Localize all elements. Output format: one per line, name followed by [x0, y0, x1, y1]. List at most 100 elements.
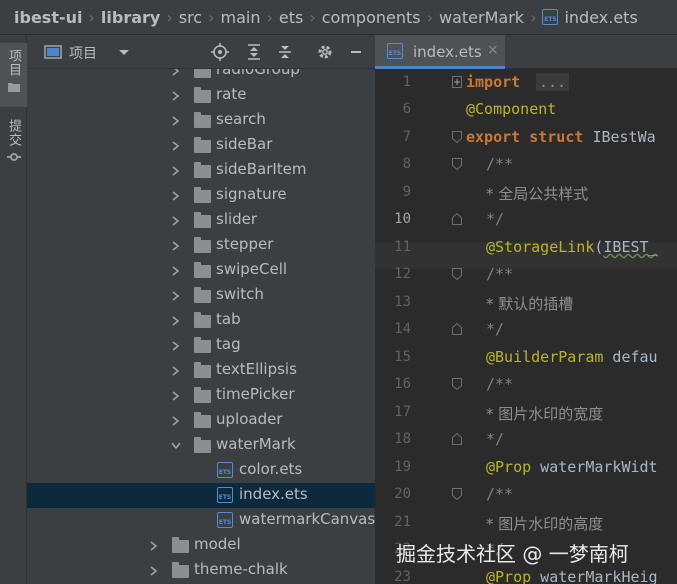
- fold-open-icon[interactable]: [452, 131, 462, 143]
- fold-open-icon[interactable]: [452, 268, 462, 280]
- tree-item-file-selected[interactable]: ETS index.ets: [27, 483, 375, 508]
- breadcrumb-item[interactable]: ibest-ui: [14, 8, 82, 27]
- tree-item-folder[interactable]: swipeCell: [27, 258, 375, 283]
- fold-plus-icon[interactable]: [452, 76, 462, 88]
- tree-item-file[interactable]: ETS watermarkCanvas.e: [27, 508, 375, 533]
- chevron-right-icon[interactable]: [169, 214, 183, 228]
- editor-tab[interactable]: ETS index.ets ×: [375, 35, 505, 69]
- breadcrumb-item[interactable]: main: [221, 8, 261, 27]
- chevron-right-icon[interactable]: [169, 414, 183, 428]
- tree-item-folder[interactable]: switch: [27, 283, 375, 308]
- tree-item-folder[interactable]: signature: [27, 183, 375, 208]
- chevron-right-icon[interactable]: [169, 289, 183, 303]
- code-text: * 图片水印的宽度: [486, 405, 604, 423]
- tree-item-folder[interactable]: tag: [27, 333, 375, 358]
- fold-open-icon[interactable]: [452, 158, 462, 170]
- code-text: @Prop waterMarkHeig: [486, 568, 658, 584]
- chevron-down-icon[interactable]: [169, 439, 183, 453]
- tree-item-folder[interactable]: radioGroup: [27, 69, 375, 83]
- commit-tool-button[interactable]: 提交: [0, 113, 27, 177]
- code-text: */: [486, 430, 505, 448]
- tree-item-folder[interactable]: sideBarItem: [27, 158, 375, 183]
- project-panel-header: 项目: [27, 35, 375, 69]
- code-line: 19 @Prop waterMarkWidt: [375, 454, 677, 481]
- tree-item-label: radioGroup: [216, 69, 300, 78]
- code-line: 17 * 图片水印的宽度: [375, 399, 677, 426]
- code-line: 1 import ...: [375, 69, 677, 96]
- breadcrumb-item[interactable]: components: [322, 8, 421, 27]
- project-tree: radioGroup rate search sideBar sideBarIt…: [27, 69, 375, 584]
- code-text: /**: [486, 155, 514, 173]
- chevron-down-icon[interactable]: [115, 43, 133, 61]
- folder-icon: [194, 312, 211, 328]
- tree-item-folder[interactable]: model: [27, 533, 375, 558]
- tree-item-folder[interactable]: textEllipsis: [27, 358, 375, 383]
- tree-item-label: theme-chalk: [194, 560, 288, 578]
- tree-item-label: stepper: [216, 235, 274, 253]
- chevron-right-icon[interactable]: [169, 189, 183, 203]
- close-icon[interactable]: ×: [487, 42, 499, 58]
- editor-tab-label: index.ets: [413, 43, 482, 61]
- folder-icon: [194, 187, 211, 203]
- project-panel-title[interactable]: 项目: [69, 43, 97, 63]
- expand-all-icon[interactable]: [245, 43, 263, 61]
- tree-item-folder[interactable]: theme-chalk: [27, 558, 375, 583]
- tree-item-label: index.ets: [239, 485, 308, 503]
- code-text: @Prop waterMarkWidt: [486, 458, 658, 476]
- tree-item-folder[interactable]: tab: [27, 308, 375, 333]
- tree-item-folder[interactable]: rate: [27, 83, 375, 108]
- chevron-right-icon[interactable]: [169, 164, 183, 178]
- code-text: @Component: [466, 100, 557, 118]
- breadcrumb-item[interactable]: waterMark: [439, 8, 524, 27]
- fold-close-icon[interactable]: [452, 433, 462, 445]
- breadcrumb-item[interactable]: index.ets: [564, 8, 637, 27]
- chevron-right-icon[interactable]: [169, 364, 183, 378]
- folder-icon: [194, 437, 211, 453]
- code-line: 7 export struct IBestWa: [375, 124, 677, 151]
- chevron-right-icon[interactable]: [169, 239, 183, 253]
- code-text: export struct IBestWa: [466, 128, 656, 146]
- chevron-right-icon[interactable]: [169, 339, 183, 353]
- tree-item-file[interactable]: ETS color.ets: [27, 458, 375, 483]
- tree-item-folder[interactable]: search: [27, 108, 375, 133]
- chevron-right-icon[interactable]: [169, 114, 183, 128]
- chevron-right-icon[interactable]: [169, 69, 183, 78]
- fold-close-icon[interactable]: [452, 323, 462, 335]
- fold-placeholder[interactable]: ...: [536, 73, 570, 91]
- code-line: 23 @Prop waterMarkHeig: [375, 564, 677, 584]
- tree-item-folder[interactable]: sideBar: [27, 133, 375, 158]
- chevron-right-icon[interactable]: [169, 389, 183, 403]
- code-area[interactable]: 1 import ... 6 @Component 7 export struc…: [375, 69, 677, 584]
- tree-item-folder[interactable]: slider: [27, 208, 375, 233]
- tree-item-folder[interactable]: uploader: [27, 408, 375, 433]
- minimize-icon[interactable]: [347, 43, 365, 61]
- chevron-right-icon[interactable]: [169, 89, 183, 103]
- gear-icon[interactable]: [316, 43, 334, 61]
- code-line: 6 @Component: [375, 96, 677, 123]
- chevron-right-icon[interactable]: [169, 264, 183, 278]
- folder-icon: [194, 237, 211, 253]
- line-number: 15: [394, 349, 411, 365]
- chevron-right-icon[interactable]: [169, 314, 183, 328]
- tree-item-label: tag: [216, 335, 241, 353]
- fold-close-icon[interactable]: [452, 213, 462, 225]
- tree-item-folder[interactable]: stepper: [27, 233, 375, 258]
- tree-item-folder-expanded[interactable]: waterMark: [27, 433, 375, 458]
- fold-open-icon[interactable]: [452, 378, 462, 390]
- project-tool-button[interactable]: 项目: [0, 43, 27, 107]
- breadcrumb-item[interactable]: library: [101, 8, 160, 27]
- line-number: 16: [394, 376, 411, 392]
- ets-file-icon: ETS: [542, 9, 559, 25]
- folder-icon: [194, 112, 211, 128]
- tree-item-folder[interactable]: timePicker: [27, 383, 375, 408]
- breadcrumb-item[interactable]: src: [179, 8, 202, 27]
- chevron-right-icon[interactable]: [147, 539, 161, 553]
- tree-item-label: waterMark: [216, 435, 296, 453]
- locate-icon[interactable]: [211, 43, 229, 61]
- collapse-all-icon[interactable]: [276, 43, 294, 61]
- chevron-right-icon[interactable]: [147, 564, 161, 578]
- code-line: 21 * 图片水印的高度: [375, 509, 677, 536]
- fold-open-icon[interactable]: [452, 488, 462, 500]
- breadcrumb-item[interactable]: ets: [279, 8, 303, 27]
- chevron-right-icon[interactable]: [169, 139, 183, 153]
